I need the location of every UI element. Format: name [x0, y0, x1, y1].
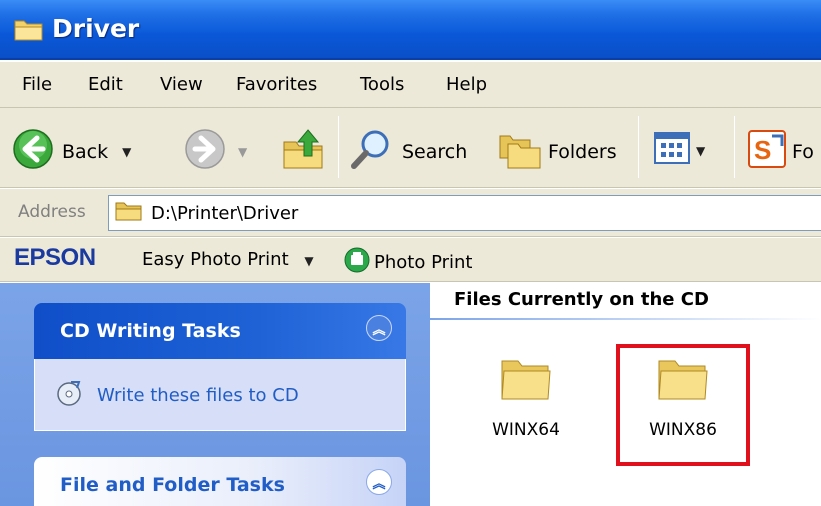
forward-dropdown-icon[interactable]: ▼: [238, 145, 247, 159]
folder-up-icon: [282, 126, 326, 175]
task-pane: CD Writing Tasks ︽ Write these files to …: [0, 283, 430, 506]
views-button[interactable]: ▼: [654, 132, 705, 169]
menu-tools[interactable]: Tools: [360, 74, 404, 95]
easy-photo-print-dropdown-icon: ▼: [304, 254, 314, 268]
search-button[interactable]: Search: [350, 128, 467, 175]
folder-item-winx64[interactable]: WINX64: [466, 353, 586, 440]
cd-writing-tasks-panel: CD Writing Tasks ︽ Write these files to …: [34, 303, 406, 431]
window-title: Driver: [52, 14, 140, 43]
write-files-to-cd-link[interactable]: Write these files to CD: [55, 379, 299, 412]
photo-print-icon: [344, 247, 370, 278]
cd-write-icon: [55, 379, 83, 412]
easy-photo-print-menu[interactable]: Easy Photo Print ▼: [142, 249, 314, 270]
back-arrow-icon: [12, 128, 54, 175]
collapse-chevron-icon[interactable]: ︽: [366, 469, 392, 495]
file-folder-tasks-header[interactable]: File and Folder Tasks ︽: [34, 457, 406, 506]
file-folder-tasks-panel: File and Folder Tasks ︽: [34, 457, 406, 506]
address-bar: Address D:\Printer\Driver: [0, 189, 821, 237]
search-icon: [350, 128, 392, 175]
epson-toolbar: EPSON Easy Photo Print ▼ Photo Print: [0, 238, 821, 282]
menu-favorites[interactable]: Favorites: [236, 74, 317, 95]
folders-icon: [498, 128, 542, 175]
menu-help[interactable]: Help: [446, 74, 487, 95]
menu-bar: File Edit View Favorites Tools Help: [0, 62, 821, 108]
address-path: D:\Printer\Driver: [151, 202, 299, 224]
folder-icon: [500, 353, 552, 406]
highlight-box: [616, 344, 750, 466]
folder-name: WINX64: [492, 420, 560, 440]
back-dropdown-icon[interactable]: ▼: [122, 145, 131, 159]
truncated-toolbar-label: Fo: [792, 140, 814, 163]
back-label: Back: [62, 140, 109, 163]
address-input[interactable]: D:\Printer\Driver: [108, 195, 821, 231]
folder-icon: [115, 200, 143, 227]
folders-label: Folders: [548, 140, 617, 163]
forward-button[interactable]: ▼: [184, 128, 247, 175]
search-label: Search: [402, 140, 468, 163]
cd-writing-tasks-title: CD Writing Tasks: [60, 320, 241, 342]
collapse-chevron-icon[interactable]: ︽: [366, 315, 392, 341]
section-divider: [430, 318, 821, 320]
menu-file[interactable]: File: [22, 74, 52, 95]
easy-photo-print-label: Easy Photo Print: [142, 249, 289, 270]
sync-app-icon: S: [748, 130, 786, 173]
epson-logo: EPSON: [14, 244, 96, 271]
up-button[interactable]: [282, 126, 326, 175]
section-title: Files Currently on the CD: [454, 289, 709, 310]
sync-button[interactable]: S Fo: [748, 130, 814, 173]
svg-text:S: S: [754, 135, 771, 165]
menu-edit[interactable]: Edit: [88, 74, 123, 95]
views-dropdown-icon[interactable]: ▼: [696, 144, 705, 158]
folder-icon: [14, 16, 44, 47]
photo-print-button[interactable]: Photo Print: [344, 247, 472, 278]
address-label: Address: [18, 202, 86, 222]
cd-writing-tasks-header[interactable]: CD Writing Tasks ︽: [34, 303, 406, 359]
photo-print-label: Photo Print: [374, 252, 473, 273]
file-list-view: Files Currently on the CD WINX64 WINX86: [430, 283, 821, 506]
folders-button[interactable]: Folders: [498, 128, 617, 175]
back-button[interactable]: Back ▼: [12, 128, 131, 175]
standard-toolbar: Back ▼ ▼ Search Folders ▼ S Fo: [0, 108, 821, 188]
file-folder-tasks-title: File and Folder Tasks: [60, 474, 285, 496]
menu-view[interactable]: View: [160, 74, 203, 95]
write-files-to-cd-label: Write these files to CD: [97, 385, 299, 406]
forward-arrow-icon: [184, 128, 226, 175]
views-icon: [654, 132, 690, 169]
title-bar[interactable]: Driver: [0, 0, 821, 60]
